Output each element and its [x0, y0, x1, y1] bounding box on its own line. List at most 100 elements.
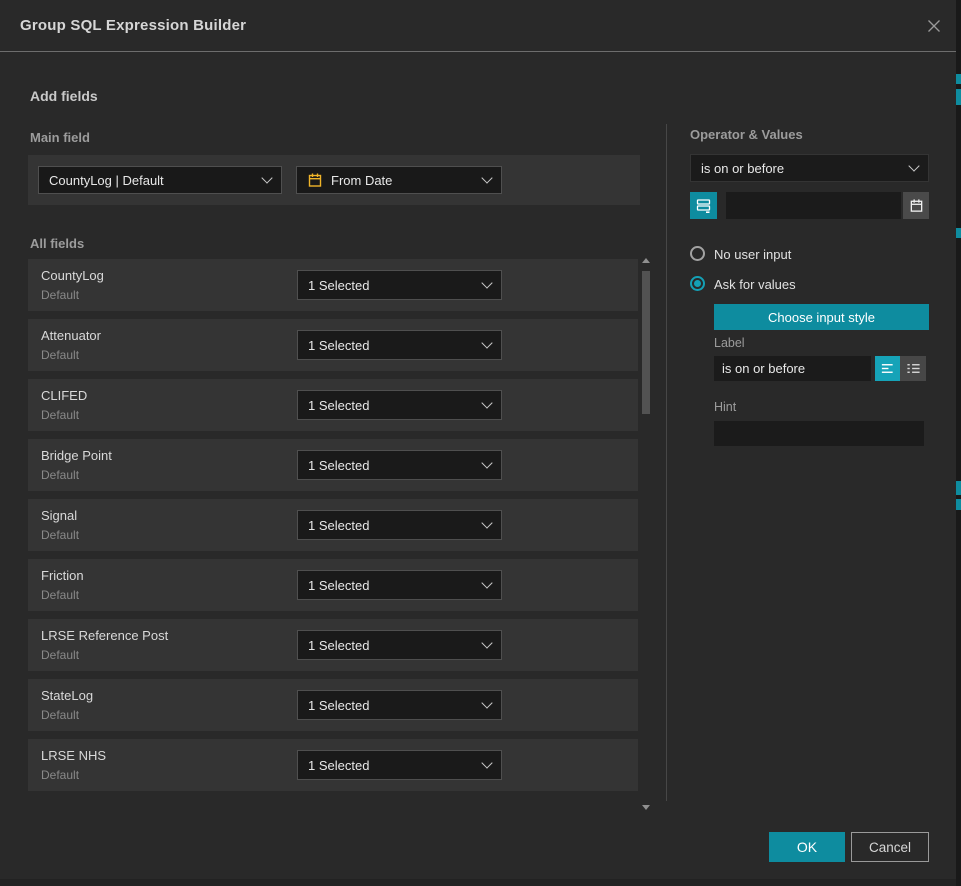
field-values-select[interactable]: 1 Selected [297, 450, 502, 480]
field-values-select[interactable]: 1 Selected [297, 570, 502, 600]
stacked-fields-icon [695, 197, 712, 214]
choose-input-style-button[interactable]: Choose input style [714, 304, 929, 330]
radio-ask-for-values-label: Ask for values [714, 277, 796, 292]
field-values-select[interactable]: 1 Selected [297, 270, 502, 300]
calendar-icon [307, 172, 323, 188]
operator-select[interactable]: is on or before [690, 154, 929, 182]
chevron-down-icon [481, 517, 492, 528]
chevron-down-icon [908, 160, 919, 171]
main-field-field-select[interactable]: From Date [296, 166, 502, 194]
screen-right-edge [956, 0, 961, 886]
field-type: Default [41, 348, 79, 362]
field-row: StateLog Default 1 Selected [28, 679, 638, 731]
select-value: 1 Selected [308, 458, 369, 473]
select-value: CountyLog | Default [49, 173, 164, 188]
cancel-button[interactable]: Cancel [851, 832, 929, 862]
select-value: 1 Selected [308, 698, 369, 713]
field-name: StateLog [41, 688, 93, 703]
field-row: Signal Default 1 Selected [28, 499, 638, 551]
main-field-source-select[interactable]: CountyLog | Default [38, 166, 282, 194]
field-row: Friction Default 1 Selected [28, 559, 638, 611]
field-values-select[interactable]: 1 Selected [297, 630, 502, 660]
label-field-label: Label [714, 336, 745, 350]
field-values-select[interactable]: 1 Selected [297, 330, 502, 360]
value-input[interactable] [726, 192, 901, 219]
label-style-active-button[interactable] [875, 356, 900, 381]
hint-input[interactable] [714, 421, 924, 446]
date-picker-button[interactable] [903, 192, 929, 219]
operator-values-heading: Operator & Values [690, 127, 803, 142]
select-value: 1 Selected [308, 278, 369, 293]
chevron-down-icon [481, 337, 492, 348]
field-row: LRSE Reference Post Default 1 Selected [28, 619, 638, 671]
chevron-down-icon [481, 757, 492, 768]
field-type: Default [41, 288, 79, 302]
chevron-down-icon [481, 172, 492, 183]
value-type-toggle-button[interactable] [690, 192, 717, 219]
field-row: Attenuator Default 1 Selected [28, 319, 638, 371]
screen-bottom-edge [0, 879, 961, 886]
chevron-down-icon [481, 457, 492, 468]
select-value: From Date [331, 173, 392, 188]
scroll-up-arrow-icon[interactable] [642, 258, 650, 263]
label-style-list-button[interactable] [900, 356, 926, 381]
label-input[interactable] [714, 356, 871, 381]
close-button[interactable] [920, 12, 948, 40]
select-value: 1 Selected [308, 398, 369, 413]
field-values-select[interactable]: 1 Selected [297, 750, 502, 780]
field-row: CountyLog Default 1 Selected [28, 259, 638, 311]
field-row: Bridge Point Default 1 Selected [28, 439, 638, 491]
chevron-down-icon [481, 277, 492, 288]
field-name: Friction [41, 568, 84, 583]
ok-button[interactable]: OK [769, 832, 845, 862]
scrollbar-thumb[interactable] [642, 271, 650, 414]
field-values-select[interactable]: 1 Selected [297, 390, 502, 420]
field-type: Default [41, 648, 79, 662]
main-field-label: Main field [30, 130, 90, 145]
field-name: LRSE Reference Post [41, 628, 168, 643]
field-type: Default [41, 708, 79, 722]
field-row: CLIFED Default 1 Selected [28, 379, 638, 431]
select-value: 1 Selected [308, 578, 369, 593]
radio-ask-for-values[interactable] [690, 276, 705, 291]
field-type: Default [41, 588, 79, 602]
field-name: LRSE NHS [41, 748, 106, 763]
field-type: Default [41, 768, 79, 782]
select-value: 1 Selected [308, 338, 369, 353]
select-value: 1 Selected [308, 638, 369, 653]
add-fields-heading: Add fields [30, 88, 98, 104]
field-values-select[interactable]: 1 Selected [297, 690, 502, 720]
field-name: Signal [41, 508, 77, 523]
radio-no-user-input[interactable] [690, 246, 705, 261]
main-field-container: CountyLog | Default From Date [28, 155, 640, 205]
all-fields-label: All fields [30, 236, 84, 251]
list-icon [906, 361, 921, 376]
field-name: CLIFED [41, 388, 87, 403]
field-type: Default [41, 528, 79, 542]
field-name: Attenuator [41, 328, 101, 343]
radio-no-user-input-label: No user input [714, 247, 791, 262]
panel-divider [666, 124, 667, 801]
scroll-down-arrow-icon[interactable] [642, 805, 650, 810]
calendar-icon [909, 198, 924, 213]
chevron-down-icon [261, 172, 272, 183]
chevron-down-icon [481, 637, 492, 648]
select-value: is on or before [701, 161, 784, 176]
chevron-down-icon [481, 577, 492, 588]
title-divider [0, 51, 956, 52]
close-icon [926, 18, 942, 34]
align-left-icon [880, 361, 895, 376]
dialog-title: Group SQL Expression Builder [20, 0, 246, 51]
select-value: 1 Selected [308, 518, 369, 533]
field-name: Bridge Point [41, 448, 112, 463]
select-value: 1 Selected [308, 758, 369, 773]
field-row: LRSE NHS Default 1 Selected [28, 739, 638, 791]
field-name: CountyLog [41, 268, 104, 283]
hint-field-label: Hint [714, 400, 736, 414]
field-values-select[interactable]: 1 Selected [297, 510, 502, 540]
list-scrollbar[interactable] [641, 258, 651, 810]
group-sql-expression-builder-dialog: { "window": { "title": "Group SQL Expres… [0, 0, 961, 886]
chevron-down-icon [481, 697, 492, 708]
chevron-down-icon [481, 397, 492, 408]
field-type: Default [41, 468, 79, 482]
